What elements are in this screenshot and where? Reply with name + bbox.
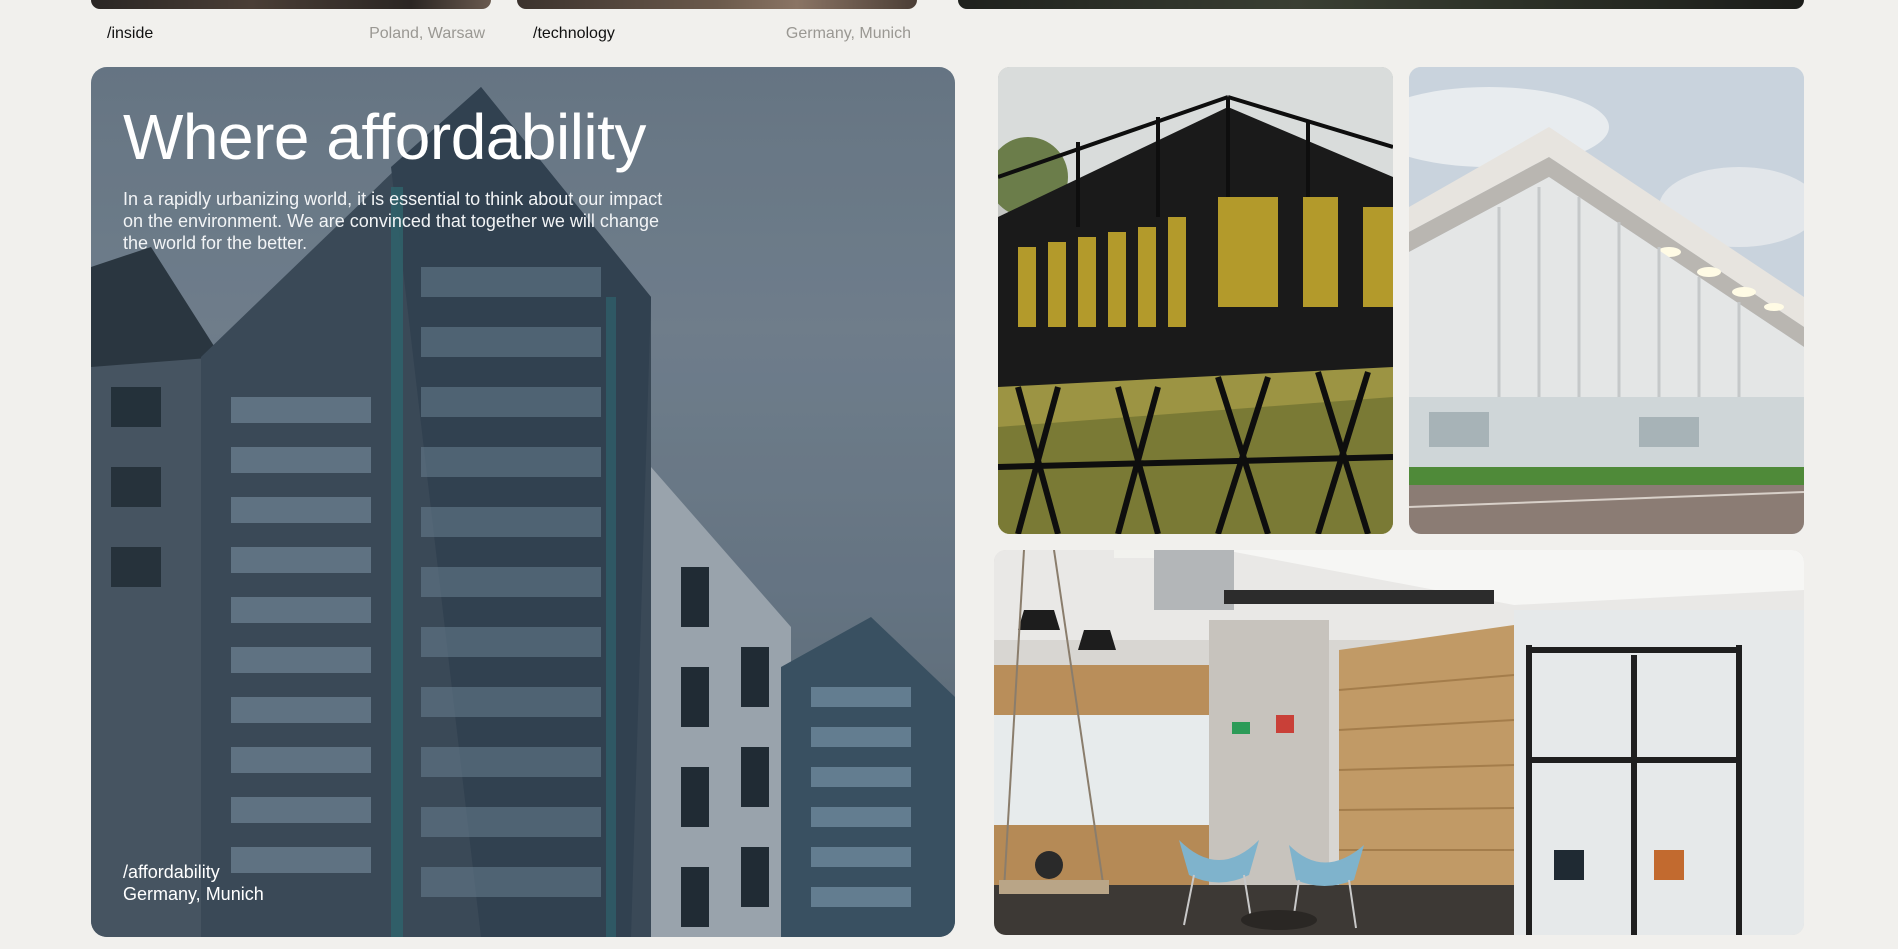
project-card-steel-structure[interactable] xyxy=(998,67,1393,534)
hero-meta: /affordability Germany, Munich xyxy=(123,861,264,905)
hero-title: Where affordability xyxy=(123,101,646,173)
previous-card-image-wide[interactable] xyxy=(958,0,1804,9)
card-location: Poland, Warsaw xyxy=(369,25,485,42)
hero-tag[interactable]: /affordability xyxy=(123,861,264,883)
card-tag[interactable]: /technology xyxy=(533,25,615,43)
card-location: Germany, Munich xyxy=(785,25,911,42)
previous-card-caption-inside: /inside Poland, Warsaw xyxy=(107,24,485,44)
previous-card-image-inside[interactable] xyxy=(91,0,491,9)
hero-description: In a rapidly urbanizing world, it is ess… xyxy=(123,189,663,253)
project-card-office-lounge[interactable] xyxy=(994,550,1804,935)
office-lounge-photo xyxy=(994,550,1804,935)
hero-card-affordability[interactable]: Where affordability In a rapidly urbaniz… xyxy=(91,67,955,937)
previous-card-caption-technology: /technology Germany, Munich xyxy=(533,24,911,44)
project-card-pavilion[interactable] xyxy=(1409,67,1804,534)
steel-structure-photo xyxy=(998,67,1393,534)
card-tag[interactable]: /inside xyxy=(107,25,153,43)
hero-location: Germany, Munich xyxy=(123,884,264,904)
pavilion-photo xyxy=(1409,67,1804,534)
previous-card-image-technology[interactable] xyxy=(517,0,917,9)
